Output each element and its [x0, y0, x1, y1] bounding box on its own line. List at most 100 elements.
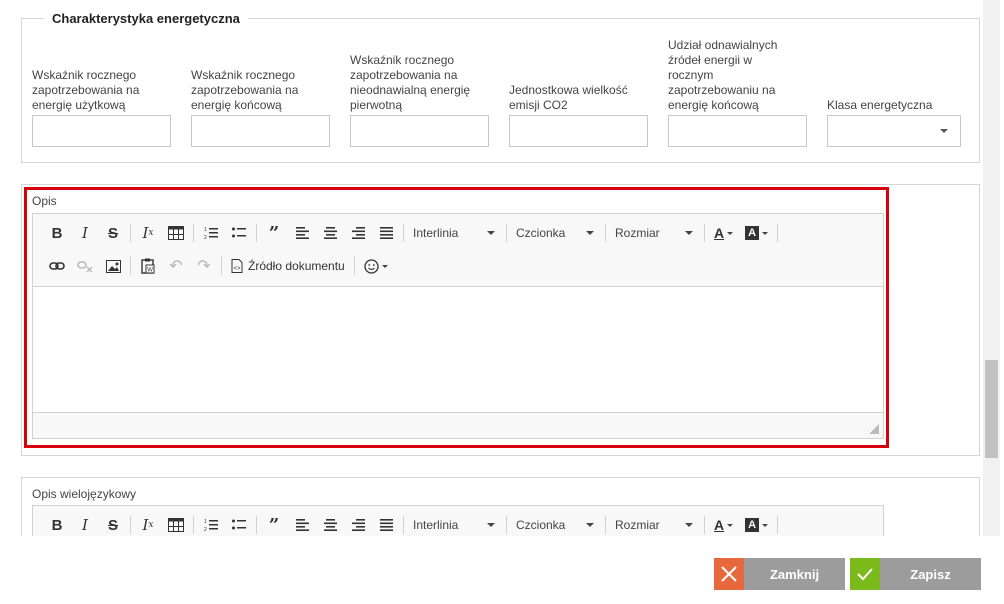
- bullet-list-icon[interactable]: [227, 513, 251, 536]
- align-justify-icon[interactable]: [374, 513, 398, 536]
- italic-icon[interactable]: I: [73, 221, 97, 245]
- multilang-description-editor: B I S Ix 12 ” Interlinia Czcionka Rozmia…: [32, 505, 884, 536]
- align-left-icon[interactable]: [290, 513, 314, 536]
- toolbar-row-2: W ↶ ↷ <> Źródło dokumentu: [45, 253, 396, 279]
- numbered-list-icon[interactable]: 12: [199, 513, 223, 536]
- energy-field-usable: Wskaźnik rocznego zapotrzebowania na ene…: [32, 30, 182, 147]
- italic-icon[interactable]: I: [73, 513, 97, 536]
- primary-energy-input[interactable]: [350, 115, 489, 147]
- energy-class-select[interactable]: [827, 115, 961, 147]
- editor-toolbar: B I S Ix 12 ” Interlinia Czcionka Rozmia…: [33, 506, 883, 536]
- strikethrough-icon[interactable]: S: [101, 513, 125, 536]
- font-dropdown[interactable]: Czcionka: [512, 514, 598, 536]
- font-label: Czcionka: [516, 226, 566, 240]
- source-label: Źródło dokumentu: [248, 259, 345, 273]
- align-center-icon[interactable]: [318, 221, 342, 245]
- save-button-label: Zapisz: [880, 558, 981, 590]
- size-label: Rozmiar: [615, 518, 660, 532]
- chevron-down-icon: [487, 231, 495, 235]
- align-justify-icon[interactable]: [374, 221, 398, 245]
- chevron-down-icon: [685, 231, 693, 235]
- svg-text:W: W: [147, 268, 153, 274]
- svg-text:1: 1: [204, 519, 207, 525]
- text-color-icon[interactable]: A: [710, 513, 737, 536]
- description-content-area[interactable]: [33, 287, 883, 412]
- redo-icon[interactable]: ↷: [192, 254, 216, 278]
- paste-word-icon[interactable]: W: [136, 254, 160, 278]
- font-label: Czcionka: [516, 518, 566, 532]
- final-energy-input[interactable]: [191, 115, 330, 147]
- svg-text:<>: <>: [234, 266, 242, 272]
- renewable-share-input[interactable]: [668, 115, 807, 147]
- editor-status-bar: [33, 412, 883, 438]
- chevron-down-icon: [940, 129, 948, 133]
- bold-icon[interactable]: B: [45, 513, 69, 536]
- background-color-icon[interactable]: A: [741, 221, 772, 245]
- chevron-down-icon: [586, 523, 594, 527]
- close-icon: [714, 558, 744, 590]
- description-label: Opis: [32, 194, 57, 208]
- energy-field-co2: Jednostkowa wielkość emisji CO2: [509, 30, 659, 147]
- vertical-scrollbar[interactable]: [983, 0, 1000, 536]
- field-label: Jednostkowa wielkość emisji CO2: [509, 83, 628, 112]
- unlink-icon[interactable]: [73, 254, 97, 278]
- checkmark-icon: [850, 558, 880, 590]
- emoji-icon[interactable]: [360, 254, 392, 278]
- field-label: Udział odnawialnych źródeł energii w roc…: [668, 38, 778, 112]
- close-button-label: Zamknij: [744, 558, 845, 590]
- numbered-list-icon[interactable]: 12: [199, 221, 223, 245]
- align-right-icon[interactable]: [346, 513, 370, 536]
- save-button[interactable]: Zapisz: [850, 558, 981, 590]
- image-icon[interactable]: [101, 254, 125, 278]
- usable-energy-input[interactable]: [32, 115, 171, 147]
- energy-field-class: Klasa energetyczna: [827, 30, 967, 147]
- form-scroll-area: Charakterystyka energetyczna Wskaźnik ro…: [0, 0, 1004, 536]
- line-height-dropdown[interactable]: Interlinia: [409, 514, 499, 536]
- svg-text:1: 1: [204, 227, 207, 233]
- energy-field-final: Wskaźnik rocznego zapotrzebowania na ene…: [191, 30, 341, 147]
- remove-format-icon[interactable]: Ix: [136, 513, 160, 536]
- blockquote-icon[interactable]: ”: [262, 513, 286, 536]
- line-height-label: Interlinia: [413, 518, 459, 532]
- link-icon[interactable]: [45, 254, 69, 278]
- close-button[interactable]: Zamknij: [714, 558, 845, 590]
- bullet-list-icon[interactable]: [227, 221, 251, 245]
- align-left-icon[interactable]: [290, 221, 314, 245]
- editor-toolbar: B I S Ix 12 ” Interlinia Czcionka Rozmia…: [33, 214, 883, 287]
- chevron-down-icon: [586, 231, 594, 235]
- description-editor: B I S Ix 12 ” Interlinia Czcionka Rozmia…: [32, 213, 884, 439]
- multilang-description-label: Opis wielojęzykowy: [32, 487, 137, 501]
- undo-icon[interactable]: ↶: [164, 254, 188, 278]
- co2-emission-input[interactable]: [509, 115, 648, 147]
- align-right-icon[interactable]: [346, 221, 370, 245]
- strikethrough-icon[interactable]: S: [101, 221, 125, 245]
- bold-icon[interactable]: B: [45, 221, 69, 245]
- font-dropdown[interactable]: Czcionka: [512, 222, 598, 244]
- dialog-footer: Zamknij Zapisz: [0, 536, 1004, 604]
- field-label: Wskaźnik rocznego zapotrzebowania na ene…: [32, 68, 140, 112]
- blockquote-icon[interactable]: ”: [262, 221, 286, 245]
- line-height-label: Interlinia: [413, 226, 459, 240]
- remove-format-icon[interactable]: Ix: [136, 221, 160, 245]
- text-color-icon[interactable]: A: [710, 221, 737, 245]
- toolbar-row-1: B I S Ix 12 ” Interlinia Czcionka Rozmia…: [45, 512, 783, 536]
- background-color-icon[interactable]: A: [741, 513, 772, 536]
- size-dropdown[interactable]: Rozmiar: [611, 514, 697, 536]
- size-label: Rozmiar: [615, 226, 660, 240]
- field-label: Klasa energetyczna: [827, 98, 933, 112]
- size-dropdown[interactable]: Rozmiar: [611, 222, 697, 244]
- svg-text:2: 2: [204, 235, 207, 240]
- scrollbar-thumb[interactable]: [985, 360, 998, 458]
- table-icon[interactable]: [164, 221, 188, 245]
- source-button[interactable]: <> Źródło dokumentu: [227, 254, 349, 278]
- svg-text:2: 2: [204, 527, 207, 532]
- section-title: Charakterystyka energetyczna: [52, 11, 240, 26]
- align-center-icon[interactable]: [318, 513, 342, 536]
- chevron-down-icon: [487, 523, 495, 527]
- table-icon[interactable]: [164, 513, 188, 536]
- energy-field-renewable: Udział odnawialnych źródeł energii w roc…: [668, 30, 818, 147]
- toolbar-row-1: B I S Ix 12 ” Interlinia Czcionka Rozmia…: [45, 220, 783, 246]
- line-height-dropdown[interactable]: Interlinia: [409, 222, 499, 244]
- resize-handle-icon[interactable]: [869, 424, 879, 434]
- chevron-down-icon: [685, 523, 693, 527]
